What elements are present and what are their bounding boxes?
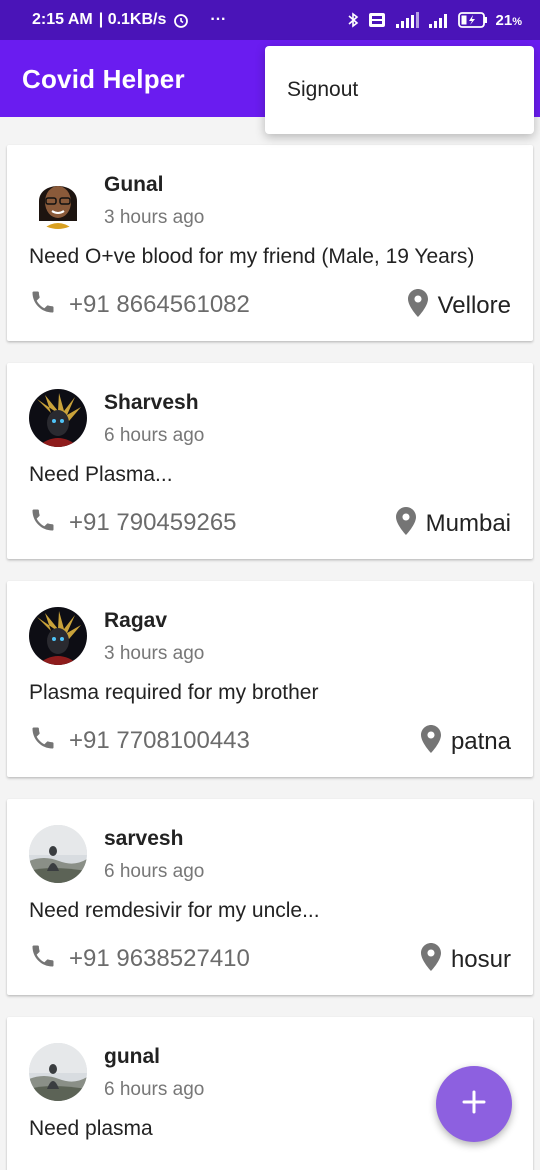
- signal-4g-icon: [394, 11, 420, 29]
- poster-name: Gunal: [104, 173, 164, 196]
- location: Mumbai: [394, 506, 511, 541]
- poster-name: Ragav: [104, 609, 168, 632]
- phone-icon: [29, 724, 57, 757]
- phone-number: +91 790459265: [69, 508, 237, 536]
- avatar: [29, 825, 87, 883]
- post-card[interactable]: sarvesh 6 hours ago Need remdesivir for …: [7, 799, 533, 995]
- post-time: 6 hours ago: [104, 861, 205, 882]
- signal-icon: [428, 11, 450, 29]
- location-pin-icon: [419, 942, 443, 977]
- bluetooth-icon: [346, 11, 360, 29]
- status-right: 21%: [346, 11, 522, 29]
- menu-item-signout[interactable]: Signout: [287, 78, 358, 102]
- post-card[interactable]: Sharvesh 6 hours ago Need Plasma... +91 …: [7, 363, 533, 559]
- post-message: Plasma required for my brother: [29, 681, 319, 704]
- post-time: 6 hours ago: [104, 425, 205, 446]
- posts-list[interactable]: Gunal 3 hours ago Need O+ve blood for my…: [0, 117, 540, 1170]
- post-time: 3 hours ago: [104, 207, 205, 228]
- more-notifications-icon: ···: [210, 11, 227, 28]
- location-name: patna: [450, 727, 511, 755]
- phone-number: +91 7708100443: [69, 726, 250, 754]
- location: patna: [419, 724, 511, 759]
- add-post-button[interactable]: [436, 1066, 512, 1142]
- location-name: Vellore: [437, 291, 511, 319]
- battery-level: 21%: [495, 11, 522, 29]
- alarm-icon: [172, 11, 190, 29]
- avatar: [29, 171, 87, 229]
- screen: 2:15 AM | 0.1KB/s ··· 21% Covid Helper G…: [0, 0, 540, 1170]
- phone-link[interactable]: +91 8664561082: [29, 288, 250, 321]
- volte-icon: [368, 12, 386, 28]
- app-title: Covid Helper: [22, 64, 185, 94]
- poster-name: sarvesh: [104, 827, 184, 850]
- post-message: Need O+ve blood for my friend (Male, 19 …: [29, 245, 475, 268]
- location-pin-icon: [406, 288, 430, 323]
- network-speed: | 0.1KB/s: [98, 11, 167, 28]
- post-card[interactable]: Gunal 3 hours ago Need O+ve blood for my…: [7, 145, 533, 341]
- location-name: Mumbai: [425, 509, 511, 537]
- location-pin-icon: [394, 506, 418, 541]
- post-time: 6 hours ago: [104, 1079, 205, 1100]
- overflow-menu: Signout: [265, 46, 534, 134]
- phone-icon: [29, 506, 57, 539]
- avatar: [29, 1043, 87, 1101]
- phone-link[interactable]: +91 790459265: [29, 506, 237, 539]
- post-message: Need Plasma...: [29, 463, 173, 486]
- poster-name: Sharvesh: [104, 391, 199, 414]
- phone-icon: [29, 288, 57, 321]
- location-name: hosur: [450, 945, 511, 973]
- phone-number: +91 8664561082: [69, 290, 250, 318]
- phone-number: +91 9638527410: [69, 944, 250, 972]
- poster-name: gunal: [104, 1045, 160, 1068]
- location: hosur: [419, 942, 511, 977]
- post-message: Need remdesivir for my uncle...: [29, 899, 320, 922]
- avatar: [29, 607, 87, 665]
- post-message: Need plasma: [29, 1117, 153, 1140]
- phone-icon: [29, 942, 57, 975]
- avatar: [29, 389, 87, 447]
- status-bar: 2:15 AM | 0.1KB/s ··· 21%: [0, 0, 540, 40]
- status-time: 2:15 AM: [32, 11, 93, 28]
- post-card[interactable]: Ragav 3 hours ago Plasma required for my…: [7, 581, 533, 777]
- post-time: 3 hours ago: [104, 643, 205, 664]
- location: Vellore: [406, 288, 511, 323]
- location-pin-icon: [419, 724, 443, 759]
- battery-icon: [457, 11, 488, 29]
- plus-icon: [461, 1089, 487, 1120]
- phone-link[interactable]: +91 9638527410: [29, 942, 250, 975]
- phone-link[interactable]: +91 7708100443: [29, 724, 250, 757]
- status-left: 2:15 AM | 0.1KB/s ···: [32, 11, 226, 29]
